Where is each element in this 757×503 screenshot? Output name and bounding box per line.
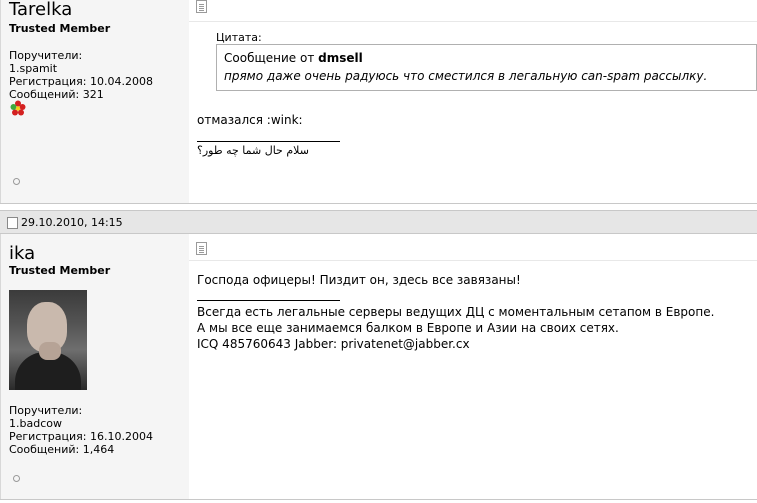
message-text: Господа офицеры! Пиздит он, здесь все за… — [197, 273, 521, 287]
post-content: Господа офицеры! Пиздит он, здесь все за… — [189, 234, 757, 500]
online-status-icon — [13, 475, 20, 482]
signature-line-1: Всегда есть легальные серверы ведущих ДЦ… — [197, 305, 715, 319]
guarantor-link[interactable]: 1.spamit — [9, 62, 57, 75]
post-count: Сообщений: 1,464 — [9, 443, 115, 456]
signature-divider — [197, 141, 340, 142]
username[interactable]: ika — [9, 243, 35, 265]
quote-header: Сообщение от dmsell — [224, 51, 363, 65]
post-1: Tarelka Trusted Member Поручители: 1.spa… — [0, 0, 757, 204]
quote-box: Сообщение от dmsell прямо даже очень рад… — [216, 44, 757, 91]
post-date: 29.10.2010, 14:15 — [21, 216, 123, 229]
post-date-bar: 29.10.2010, 14:15 — [0, 210, 757, 234]
post-icon — [196, 242, 207, 255]
quote-author[interactable]: dmsell — [318, 51, 363, 65]
avatar[interactable] — [9, 290, 87, 390]
post-2: ika Trusted Member Поручители: 1.badcow … — [0, 234, 757, 500]
message-text: отмазался :wink: — [197, 113, 303, 127]
post-icon — [196, 0, 207, 13]
user-info-label: Поручители: — [9, 404, 83, 417]
user-sidebar: Tarelka Trusted Member Поручители: 1.spa… — [0, 0, 189, 204]
post-divider — [189, 260, 757, 261]
username[interactable]: Tarelka — [9, 0, 72, 21]
guarantor-link[interactable]: 1.badcow — [9, 417, 62, 430]
signature-text: سلام حال شما چه طور؟ — [197, 144, 309, 157]
user-info-label: Поручители: — [9, 49, 83, 62]
signature-divider — [197, 300, 340, 301]
user-title: Trusted Member — [9, 22, 111, 35]
signature-line-3: ICQ 485760643 Jabber: privatenet@jabber.… — [197, 337, 470, 351]
quote-label: Цитата: — [216, 31, 262, 44]
user-title: Trusted Member — [9, 264, 111, 277]
quote-text: прямо даже очень радуюсь что сместился в… — [224, 69, 708, 83]
signature-line-2: А мы все еще занимаемся балком в Европе … — [197, 321, 619, 335]
online-status-icon — [13, 178, 20, 185]
post-divider — [189, 21, 757, 22]
post-bottom-border — [0, 203, 757, 204]
post-bottom-border — [0, 499, 757, 500]
post-date-icon — [7, 217, 18, 229]
quote-prefix: Сообщение от — [224, 51, 315, 65]
icq-flower-icon[interactable] — [10, 100, 26, 116]
post-content: Цитата: Сообщение от dmsell прямо даже о… — [189, 0, 757, 204]
registration-date: Регистрация: 16.10.2004 — [9, 430, 153, 443]
registration-date: Регистрация: 10.04.2008 — [9, 75, 153, 88]
user-sidebar: ika Trusted Member Поручители: 1.badcow … — [0, 234, 189, 500]
